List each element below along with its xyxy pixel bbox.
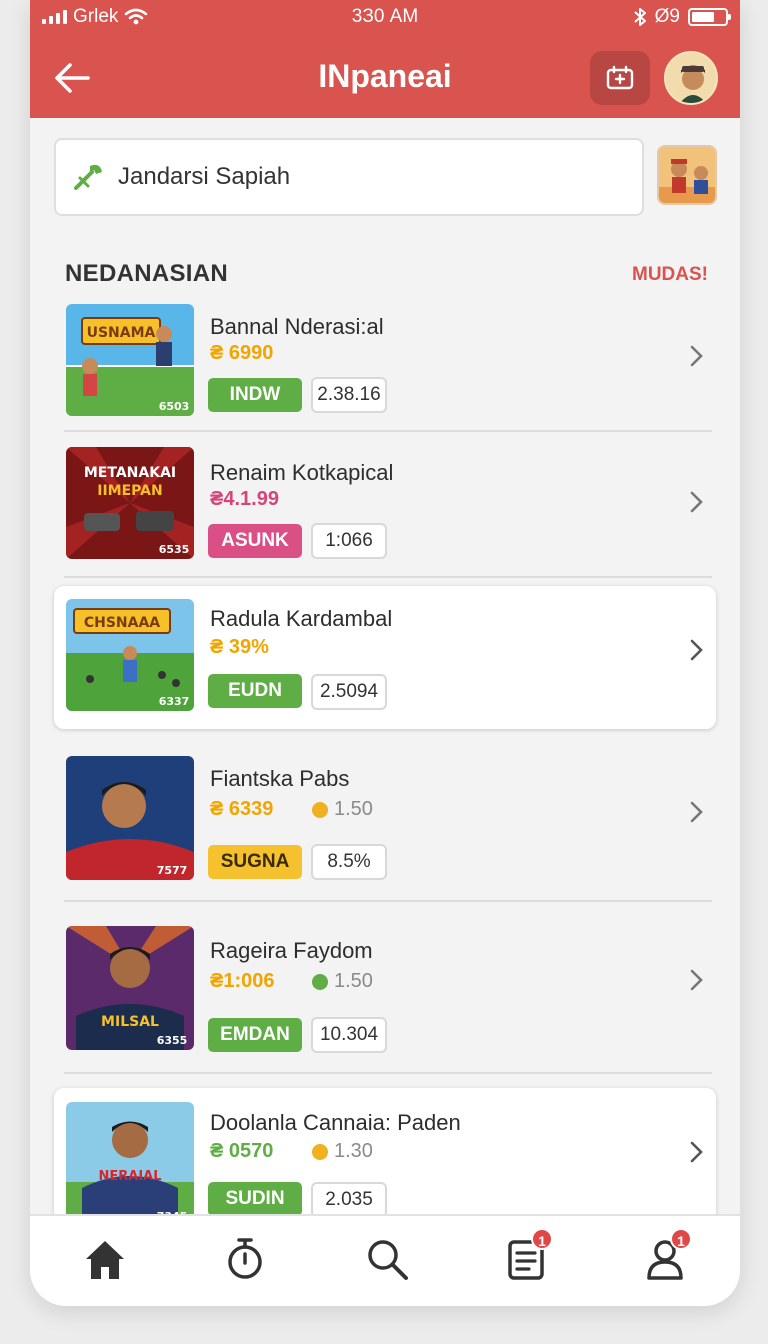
list-item[interactable]: MILSAL 6355 Rageira Faydom ₴1:006 1.50 E… (54, 914, 716, 1074)
item-title: Rageira Faydom (210, 938, 373, 963)
rating-dot-icon (312, 1143, 328, 1160)
game-art-icon: METANAKAI IIMEPAN 6535 (66, 447, 194, 559)
svg-text:METANAKAI: METANAKAI (84, 465, 176, 481)
bottom-tab-bar: 1 1 (30, 1214, 740, 1306)
item-price: ₴4.1.99 (210, 488, 279, 510)
item-tag: EUDN (208, 674, 302, 708)
chevron-right-icon (690, 969, 703, 991)
item-thumbnail: CHSNAAA 6337 (66, 599, 194, 711)
game-art-icon: CHSNAAA 6337 (66, 599, 194, 711)
search-icon (368, 1240, 408, 1280)
item-price: ₴ 0570 (210, 1140, 274, 1162)
player-photo-icon: NERAIAL 7345 (66, 1102, 194, 1214)
item-price: ₴ 39% (210, 636, 269, 658)
list-item[interactable]: CHSNAAA 6337 Radula Kardambal ₴ 39% EUDN… (54, 586, 716, 729)
item-tag: INDW (208, 378, 302, 412)
item-value: 1:066 (311, 523, 387, 559)
rating-dot-icon (312, 973, 328, 990)
item-rating: 1.30 (312, 1140, 373, 1163)
svg-text:USNAMA: USNAMA (87, 325, 156, 341)
tab-timer[interactable] (220, 1234, 270, 1284)
item-tag: SUGNA (208, 845, 302, 879)
item-value: 2.5094 (311, 674, 387, 710)
item-rating: 1.50 (312, 798, 373, 821)
player-photo-icon: MILSAL 6355 (66, 926, 194, 1050)
item-title: Renaim Kotkapical (210, 460, 394, 485)
item-thumbnail: 7577 (66, 756, 194, 880)
list-item[interactable]: METANAKAI IIMEPAN 6535 Renaim Kotkapical… (54, 438, 716, 578)
item-title: Radula Kardambal (210, 606, 393, 631)
profile-badge: 1 (670, 1228, 692, 1250)
tab-profile[interactable]: 1 (640, 1228, 692, 1284)
item-price: ₴1:006 (210, 970, 275, 992)
item-rating: 1.50 (312, 970, 373, 993)
rating-value: 1.30 (334, 1140, 373, 1162)
item-tag: SUDIN (208, 1182, 302, 1214)
svg-text:6355: 6355 (157, 1034, 188, 1047)
item-price: ₴ 6990 (210, 342, 274, 364)
home-icon (86, 1241, 124, 1279)
item-title: Fiantska Pabs (210, 766, 350, 791)
list-item[interactable]: 7577 Fiantska Pabs ₴ 6339 1.50 SUGNA 8.5… (54, 742, 716, 902)
item-value: 10.304 (311, 1017, 387, 1053)
item-value: 2.38.16 (311, 377, 387, 413)
chevron-right-icon (690, 1141, 703, 1163)
game-art-icon: USNAMA 6503 (66, 304, 194, 416)
chevron-right-icon (690, 491, 703, 513)
svg-text:NERAIAL: NERAIAL (98, 1169, 161, 1184)
item-title: Doolanla Cannaia: Paden (210, 1110, 461, 1135)
tab-orders[interactable]: 1 (501, 1228, 553, 1284)
chevron-right-icon (690, 639, 703, 661)
item-title: Bannal Nderasi:al (210, 314, 384, 339)
item-tag: EMDAN (208, 1018, 302, 1052)
list-item[interactable]: USNAMA 6503 Bannal Nderasi:al ₴ 6990 IND… (54, 294, 716, 432)
item-value: 2.035 (311, 1182, 387, 1214)
item-thumbnail: NERAIAL 7345 (66, 1102, 194, 1214)
item-thumbnail: METANAKAI IIMEPAN 6535 (66, 447, 194, 559)
svg-text:7577: 7577 (157, 864, 188, 877)
svg-text:CHSNAAA: CHSNAAA (84, 615, 160, 631)
tab-home[interactable] (80, 1234, 130, 1284)
svg-text:6337: 6337 (159, 695, 190, 708)
product-list: USNAMA 6503 Bannal Nderasi:al ₴ 6990 IND… (30, 0, 740, 1214)
player-photo-icon: 7577 (66, 756, 194, 880)
chevron-right-icon (690, 801, 703, 823)
chevron-right-icon (690, 345, 703, 367)
svg-text:6535: 6535 (159, 543, 190, 556)
svg-text:MILSAL: MILSAL (101, 1014, 159, 1030)
item-thumbnail: USNAMA 6503 (66, 304, 194, 416)
rating-dot-icon (312, 801, 328, 818)
item-value: 8.5% (311, 844, 387, 880)
orders-badge: 1 (531, 1228, 553, 1250)
list-item[interactable]: NERAIAL 7345 Doolanla Cannaia: Paden ₴ 0… (54, 1088, 716, 1214)
timer-icon (228, 1238, 262, 1279)
svg-text:IIMEPAN: IIMEPAN (97, 483, 162, 499)
tab-search[interactable] (362, 1234, 412, 1284)
item-price: ₴ 6339 (210, 798, 274, 820)
app-screen: Grlek 3З0 AM Ø9 INpaneai Jandarsi Sapiah… (30, 0, 740, 1306)
item-tag: ASUNK (208, 524, 302, 558)
svg-text:6503: 6503 (159, 400, 190, 413)
item-thumbnail: MILSAL 6355 (66, 926, 194, 1050)
rating-value: 1.50 (334, 970, 373, 992)
rating-value: 1.50 (334, 798, 373, 820)
